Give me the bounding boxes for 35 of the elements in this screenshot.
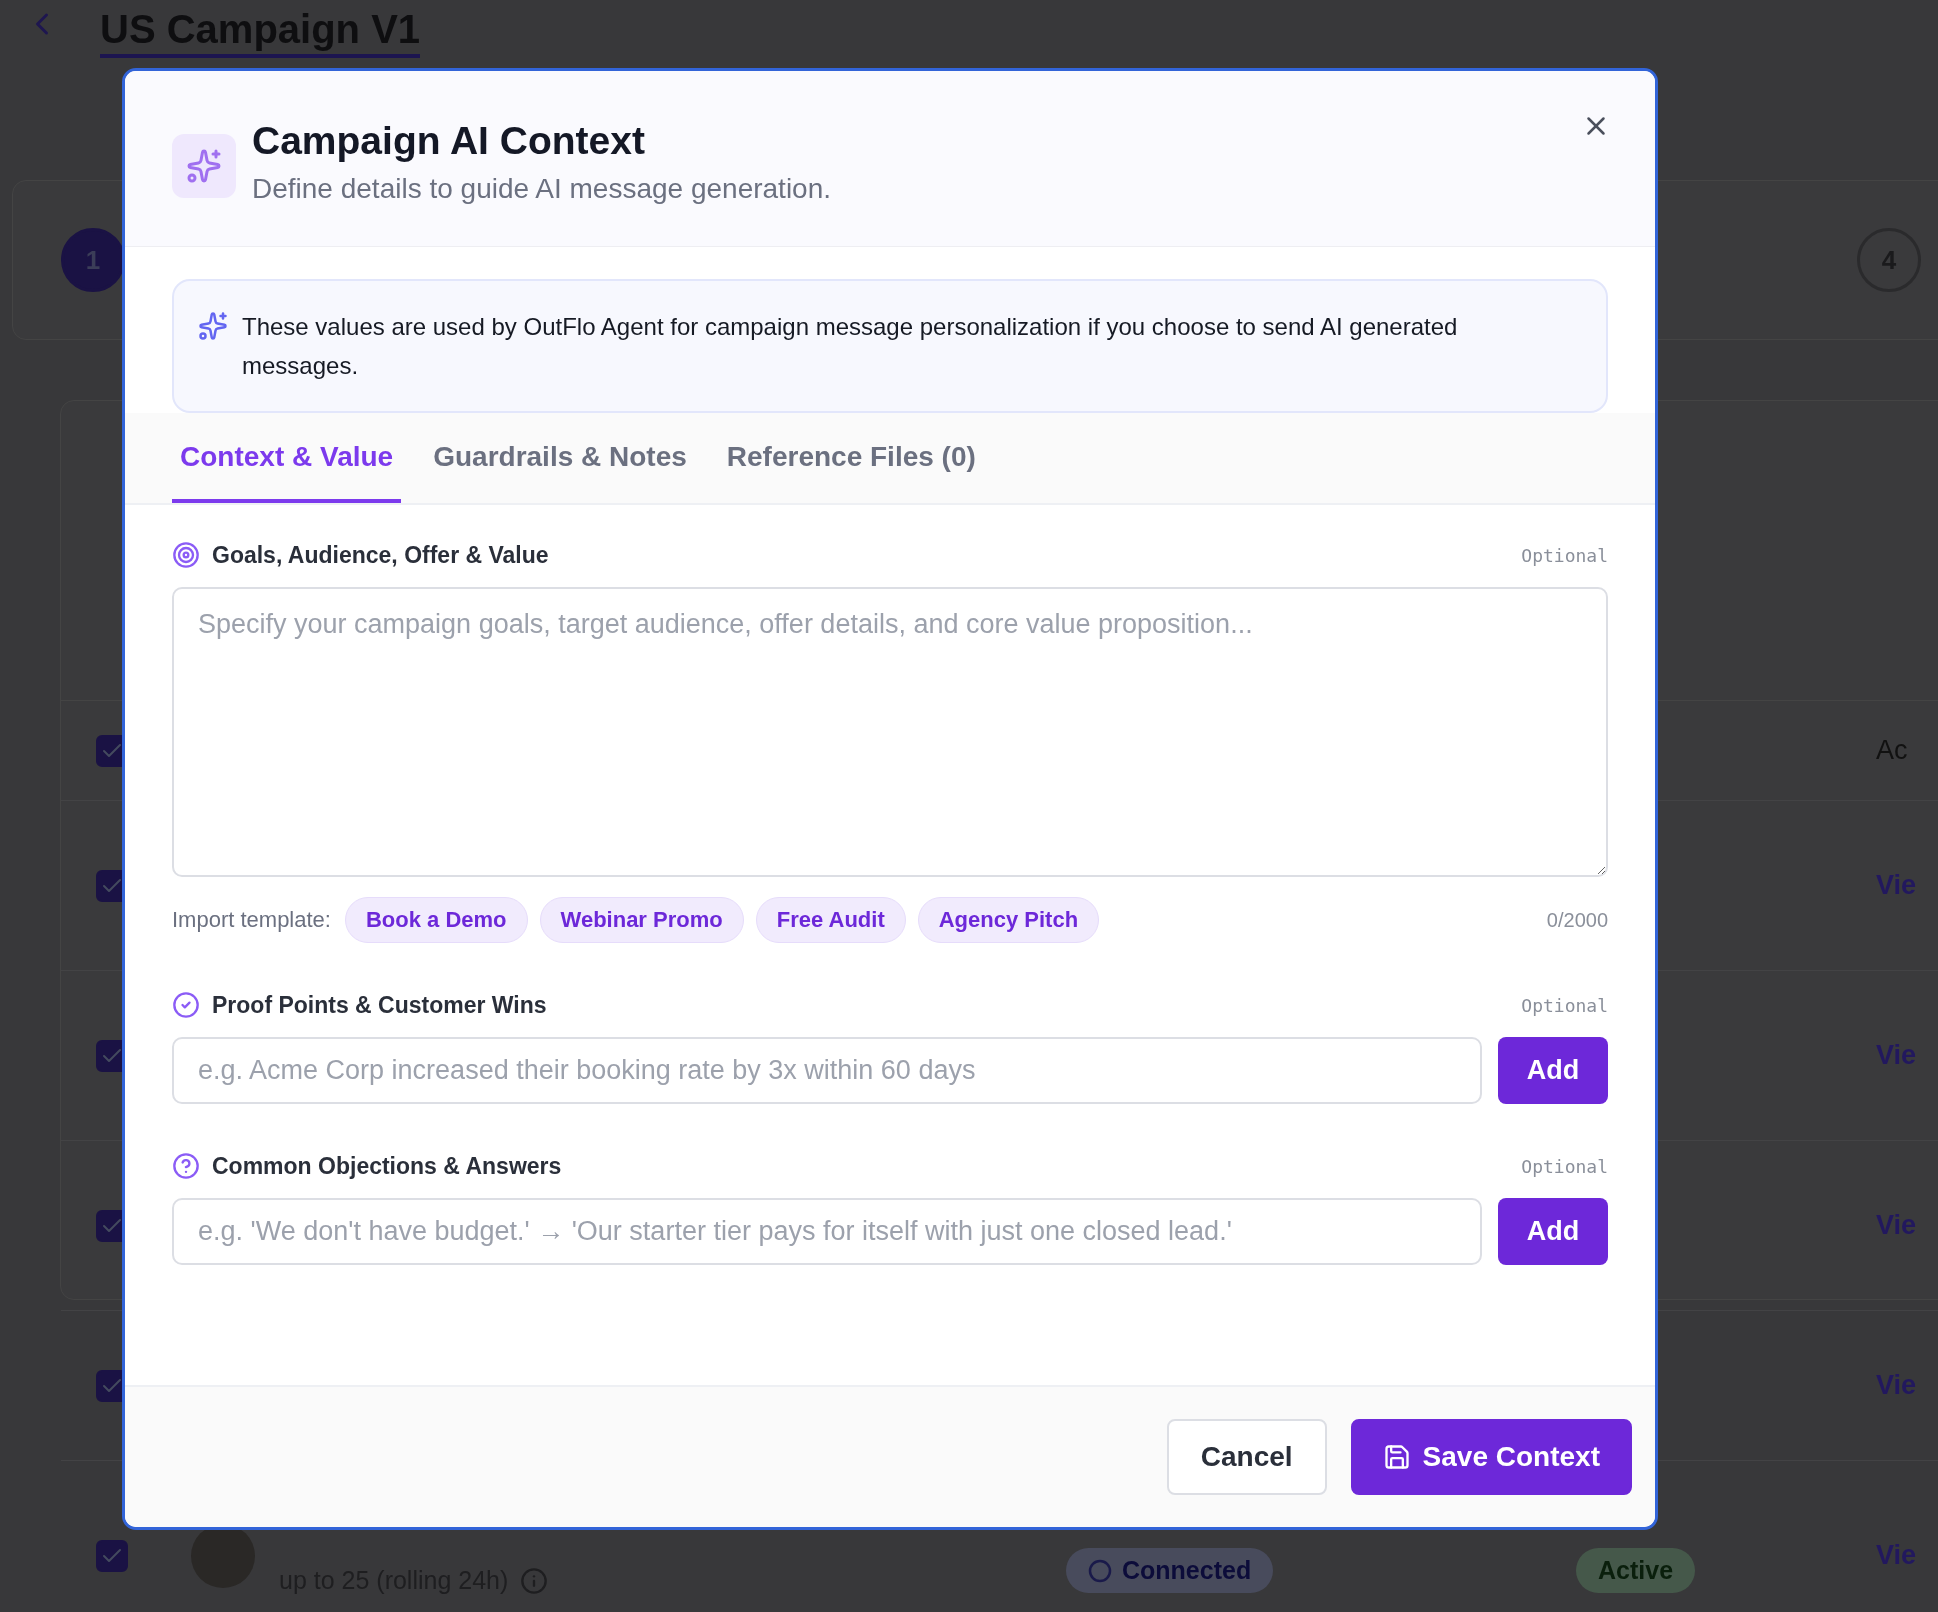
- input-field[interactable]: e.g. 'We don't have budget.' → 'Our starter tier pays for itself with just one closed lead.': [172, 1198, 1482, 1265]
- target-icon: [172, 541, 200, 569]
- connection-badge: Connected: [1066, 1548, 1274, 1593]
- goals-text-area[interactable]: Specify your campaign goals, target audience, offer details, and core value proposition...: [172, 587, 1608, 877]
- section-label: Goals, Audience, Offer & Value: [212, 541, 550, 569]
- tab[interactable]: Reference Files (0): [718, 413, 984, 503]
- optional-label: Optional: [1521, 544, 1608, 566]
- template-chip[interactable]: Free Audit: [755, 897, 906, 943]
- question-circle-icon: [172, 1152, 200, 1180]
- sparkles-icon: [198, 311, 228, 341]
- check-circle-icon: [172, 991, 200, 1019]
- template-chip[interactable]: Book a Demo: [344, 897, 528, 943]
- tab[interactable]: Guardrails & Notes: [425, 413, 695, 503]
- save-icon: [1382, 1443, 1411, 1471]
- circle-icon: [1088, 1558, 1112, 1583]
- section-label: Proof Points & Customer Wins: [212, 991, 548, 1019]
- checkbox[interactable]: [96, 1539, 128, 1572]
- sparkles-icon: [172, 134, 236, 198]
- save-button[interactable]: Save Context: [1350, 1419, 1632, 1495]
- input-field[interactable]: e.g. Acme Corp increased their booking rate by 3x within 60 days: [172, 1037, 1482, 1104]
- section-label: Common Objections & Answers: [212, 1152, 563, 1180]
- add-button[interactable]: Add: [1498, 1037, 1608, 1104]
- cancel-button[interactable]: Cancel: [1166, 1419, 1327, 1495]
- notice-text: These values are used by OutFlo Agent for campaign message personalization if you choose to send AI generated messages.: [242, 312, 1459, 381]
- tab[interactable]: Context & Value: [172, 413, 402, 503]
- template-chip[interactable]: Agency Pitch: [917, 897, 1100, 943]
- import-template-label: Import template:: [172, 907, 331, 933]
- character-counter: 0/2000: [1546, 908, 1608, 932]
- dialog-title: Campaign AI Context: [252, 119, 646, 163]
- status-badge: Active: [1576, 1548, 1696, 1593]
- add-button[interactable]: Add: [1498, 1198, 1608, 1265]
- dialog-subtitle: Define details to guide AI message generation.: [252, 173, 832, 205]
- optional-label: Optional: [1521, 994, 1608, 1016]
- template-chip[interactable]: Webinar Promo: [539, 897, 744, 943]
- optional-label: Optional: [1521, 1155, 1608, 1177]
